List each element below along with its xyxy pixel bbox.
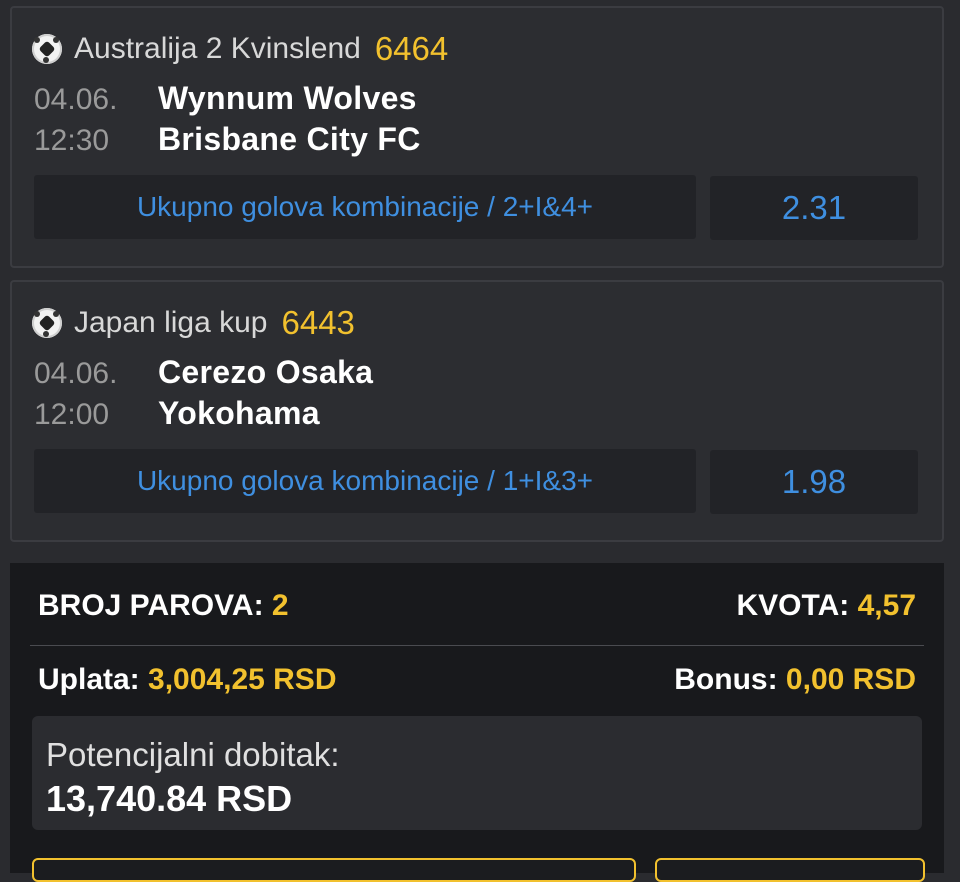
home-team: Wynnum Wolves	[158, 80, 417, 116]
bet-selection-button[interactable]: Ukupno golova kombinacije / 1+I&3+	[34, 449, 696, 513]
potential-win-value: 13,740.84 RSD	[46, 778, 293, 819]
odds-label: KVOTA:	[736, 589, 850, 622]
match-code: 6464	[374, 30, 449, 67]
away-team: Yokohama	[158, 395, 320, 431]
league-name: Australija 2 Kvinslend	[74, 32, 361, 65]
league-header: Australija 2 Kvinslend 6464	[32, 30, 448, 68]
match-date: 04.06.	[34, 83, 118, 116]
soccer-ball-icon	[32, 34, 62, 64]
stake: Uplata: 3,004,25 RSD	[38, 663, 336, 697]
bonus: Bonus: 0,00 RSD	[674, 663, 916, 697]
pairs-value: 2	[271, 589, 289, 622]
match-code: 6443	[281, 304, 355, 341]
league-name: Japan liga kup	[74, 306, 268, 339]
odds-value: 4,57	[857, 589, 916, 622]
match-date: 04.06.	[34, 357, 118, 390]
odd-button[interactable]: 1.98	[710, 450, 918, 514]
league-header: Japan liga kup 6443	[32, 304, 355, 342]
match-card: Australija 2 Kvinslend 6464 04.06. Wynnu…	[10, 6, 944, 268]
primary-action-button[interactable]	[32, 858, 636, 882]
bet-selection-button[interactable]: Ukupno golova kombinacije / 2+I&4+	[34, 175, 696, 239]
match-row-home: 04.06. Cerezo Osaka	[34, 354, 373, 391]
match-row-home: 04.06. Wynnum Wolves	[34, 80, 417, 117]
stake-bonus-line: Uplata: 3,004,25 RSD Bonus: 0,00 RSD	[38, 663, 916, 697]
pairs-label: BROJ PAROVA:	[38, 589, 264, 622]
bonus-value: 0,00 RSD	[785, 663, 916, 696]
away-team: Brisbane City FC	[158, 121, 421, 157]
secondary-action-button[interactable]	[655, 858, 925, 882]
match-card: Japan liga kup 6443 04.06. Cerezo Osaka …	[10, 280, 944, 542]
pairs-odds-line: BROJ PAROVA: 2 KVOTA: 4,57	[38, 589, 916, 623]
match-time: 12:30	[34, 124, 110, 157]
bonus-label: Bonus:	[674, 663, 778, 696]
soccer-ball-icon	[32, 308, 62, 338]
stake-value: 3,004,25 RSD	[148, 663, 337, 696]
stake-label: Uplata:	[38, 663, 140, 696]
potential-win-box: Potencijalni dobitak: 13,740.84 RSD	[32, 716, 922, 830]
divider	[30, 645, 924, 646]
pairs-count: BROJ PAROVA: 2	[38, 589, 289, 623]
odd-button[interactable]: 2.31	[710, 176, 918, 240]
match-row-away: 12:30 Brisbane City FC	[34, 121, 421, 158]
match-row-away: 12:00 Yokohama	[34, 395, 320, 432]
ticket-summary: BROJ PAROVA: 2 KVOTA: 4,57 Uplata: 3,004…	[10, 563, 944, 873]
total-odds: KVOTA: 4,57	[737, 589, 917, 623]
match-time: 12:00	[34, 398, 110, 431]
home-team: Cerezo Osaka	[158, 354, 374, 390]
potential-win-label: Potencijalni dobitak:	[46, 736, 340, 773]
